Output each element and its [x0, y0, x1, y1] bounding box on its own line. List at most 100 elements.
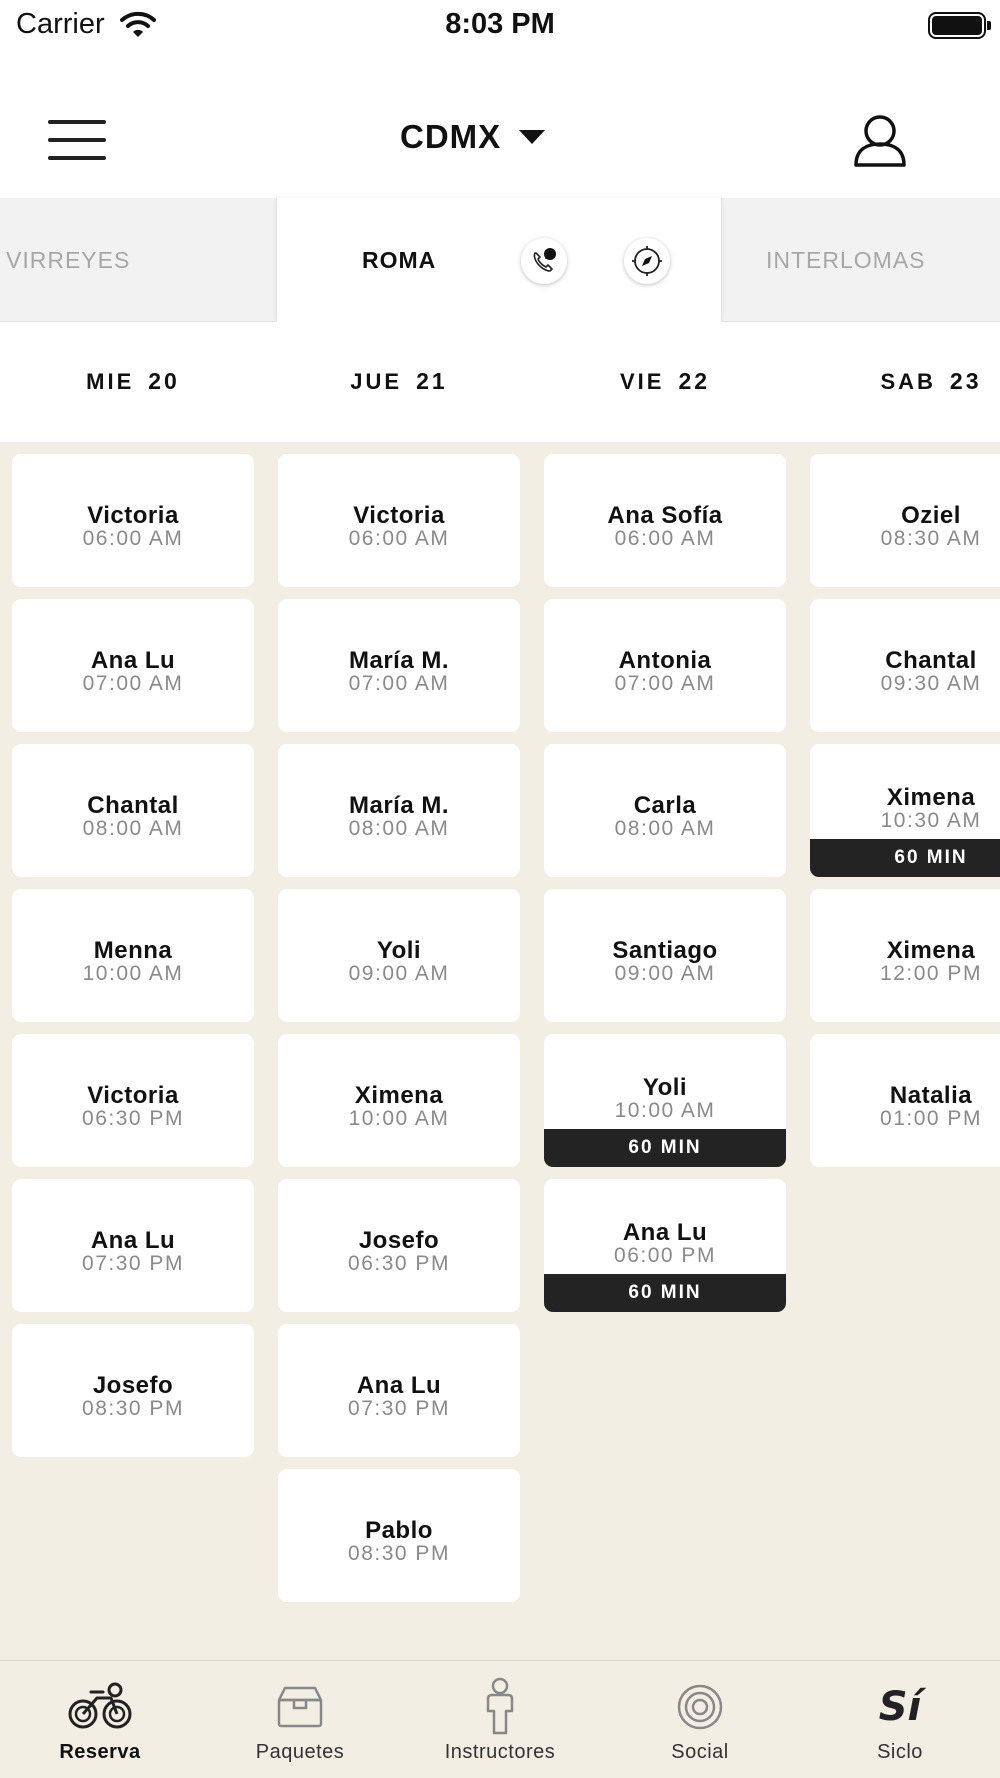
day-number: 23 [949, 368, 982, 394]
day-column-header[interactable]: SAB 23 [798, 368, 1000, 395]
compass-icon[interactable] [624, 238, 670, 284]
day-name: VIE [619, 369, 665, 394]
instructor-icon [400, 1677, 600, 1737]
class-card[interactable]: Menna 10:00 AM [12, 889, 254, 1022]
profile-icon[interactable] [852, 114, 908, 173]
class-card[interactable]: Yoli 10:00 AM 60 MIN [544, 1034, 786, 1167]
class-time: 07:00 AM [348, 672, 450, 695]
class-card[interactable]: Chantal 08:00 AM [12, 744, 254, 877]
class-time: 06:00 PM [614, 1244, 716, 1267]
day-column-header[interactable]: JUE 21 [266, 368, 532, 395]
class-card[interactable]: Chantal 09:30 AM [810, 599, 1000, 732]
class-schedule: Victoria 06:00 AM Ana Lu 07:00 AM Chantal 08:… [0, 442, 1000, 1660]
tab-roma-label: ROMA [362, 246, 437, 273]
class-info: Chantal 08:00 AM [12, 794, 254, 840]
class-card[interactable]: Ximena 10:00 AM [278, 1034, 520, 1167]
class-time: 10:30 AM [880, 809, 982, 832]
class-card[interactable]: Ana Lu 06:00 PM 60 MIN [544, 1179, 786, 1312]
instructor-name: Ana Lu [356, 1372, 442, 1399]
class-time: 09:00 AM [348, 962, 450, 985]
class-info: Carla 08:00 AM [544, 794, 786, 840]
day-name: JUE [350, 369, 403, 394]
schedule-column: Ana Sofía 06:00 AM Antonia 07:00 AM Carla 08:… [544, 454, 786, 1324]
class-card[interactable]: Victoria 06:30 PM [12, 1034, 254, 1167]
class-card[interactable]: Carla 08:00 AM [544, 744, 786, 877]
class-card[interactable]: Victoria 06:00 AM [12, 454, 254, 587]
package-icon [200, 1677, 400, 1737]
class-info: Yoli 09:00 AM [278, 939, 520, 985]
class-card[interactable]: Ximena 10:30 AM 60 MIN [810, 744, 1000, 877]
app-header: CDMX [0, 88, 1000, 198]
class-time: 07:30 PM [82, 1252, 184, 1275]
hamburger-menu-icon[interactable] [48, 118, 106, 162]
phone-chat-icon[interactable] [521, 238, 567, 284]
nav-reserva[interactable]: Reserva [0, 1661, 200, 1778]
class-info: Ana Lu 07:30 PM [12, 1229, 254, 1275]
instructor-name: Ximena [886, 937, 976, 964]
class-card[interactable]: Josefo 06:30 PM [278, 1179, 520, 1312]
day-column-header[interactable]: MIE 20 [0, 368, 266, 395]
class-time: 06:30 PM [82, 1107, 184, 1130]
instructor-name: Santiago [612, 937, 718, 964]
class-time: 07:00 AM [614, 672, 716, 695]
nav-label: Social [671, 1741, 729, 1763]
class-card[interactable]: Natalia 01:00 PM [810, 1034, 1000, 1167]
class-card[interactable]: Ana Lu 07:30 PM [278, 1324, 520, 1457]
class-info: Ana Lu 07:00 AM [12, 649, 254, 695]
nav-paquetes[interactable]: Paquetes [200, 1661, 400, 1778]
tab-virreyes[interactable]: VIRREYES [6, 198, 130, 322]
nav-label: Instructores [444, 1741, 556, 1763]
instructor-name: Chantal [885, 647, 977, 674]
instructor-name: Oziel [901, 502, 961, 529]
instructor-name: Victoria [87, 1082, 179, 1109]
class-info: Menna 10:00 AM [12, 939, 254, 985]
tab-interlomas[interactable]: INTERLOMAS [766, 198, 926, 322]
duration-badge: 60 MIN [810, 839, 1000, 877]
class-time: 08:00 AM [614, 817, 716, 840]
city-selector[interactable]: CDMX [400, 118, 546, 156]
schedule-column: Victoria 06:00 AM María M. 07:00 AM María M.… [278, 454, 520, 1614]
nav-instructores[interactable]: Instructores [400, 1661, 600, 1778]
clock: 8:03 PM [445, 8, 555, 40]
instructor-name: Ana Sofía [607, 502, 723, 529]
class-time: 12:00 PM [880, 962, 982, 985]
class-info: Victoria 06:00 AM [12, 504, 254, 550]
nav-social[interactable]: Social [600, 1661, 800, 1778]
class-card[interactable]: Josefo 08:30 PM [12, 1324, 254, 1457]
class-card[interactable]: Oziel 08:30 AM [810, 454, 1000, 587]
instructor-name: Ximena [354, 1082, 444, 1109]
class-card[interactable]: Ximena 12:00 PM [810, 889, 1000, 1022]
tab-roma[interactable]: ROMA [276, 198, 722, 322]
class-card[interactable]: María M. 07:00 AM [278, 599, 520, 732]
siclo-logo: Sí [800, 1677, 1000, 1737]
day-name: SAB [880, 369, 936, 394]
day-column-header[interactable]: VIE 22 [532, 368, 798, 395]
instructor-name: Josefo [92, 1372, 174, 1399]
class-time: 09:00 AM [614, 962, 716, 985]
instructor-name: Josefo [358, 1227, 440, 1254]
class-card[interactable]: Ana Lu 07:00 AM [12, 599, 254, 732]
class-time: 08:00 AM [82, 817, 184, 840]
class-time: 09:30 AM [880, 672, 982, 695]
class-card[interactable]: Pablo 08:30 PM [278, 1469, 520, 1602]
class-card[interactable]: María M. 08:00 AM [278, 744, 520, 877]
day-selector: MIE 20 JUE 21 VIE 22 SAB 23 [0, 322, 1000, 442]
nav-siclo[interactable]: Sí Siclo [800, 1661, 1000, 1778]
class-time: 10:00 AM [614, 1099, 716, 1122]
instructor-name: María M. [348, 647, 450, 674]
class-time: 06:00 AM [348, 527, 450, 550]
instructor-name: Chantal [87, 792, 179, 819]
class-card[interactable]: Santiago 09:00 AM [544, 889, 786, 1022]
class-card[interactable]: Ana Lu 07:30 PM [12, 1179, 254, 1312]
class-card[interactable]: Antonia 07:00 AM [544, 599, 786, 732]
class-info: Antonia 07:00 AM [544, 649, 786, 695]
class-info: Pablo 08:30 PM [278, 1519, 520, 1565]
class-card[interactable]: Yoli 09:00 AM [278, 889, 520, 1022]
class-card[interactable]: Ana Sofía 06:00 AM [544, 454, 786, 587]
instructor-name: Ana Lu [90, 1227, 176, 1254]
class-info: María M. 07:00 AM [278, 649, 520, 695]
class-card[interactable]: Victoria 06:00 AM [278, 454, 520, 587]
class-info: Josefo 06:30 PM [278, 1229, 520, 1275]
class-time: 06:30 PM [348, 1252, 450, 1275]
day-name: MIE [86, 369, 135, 394]
